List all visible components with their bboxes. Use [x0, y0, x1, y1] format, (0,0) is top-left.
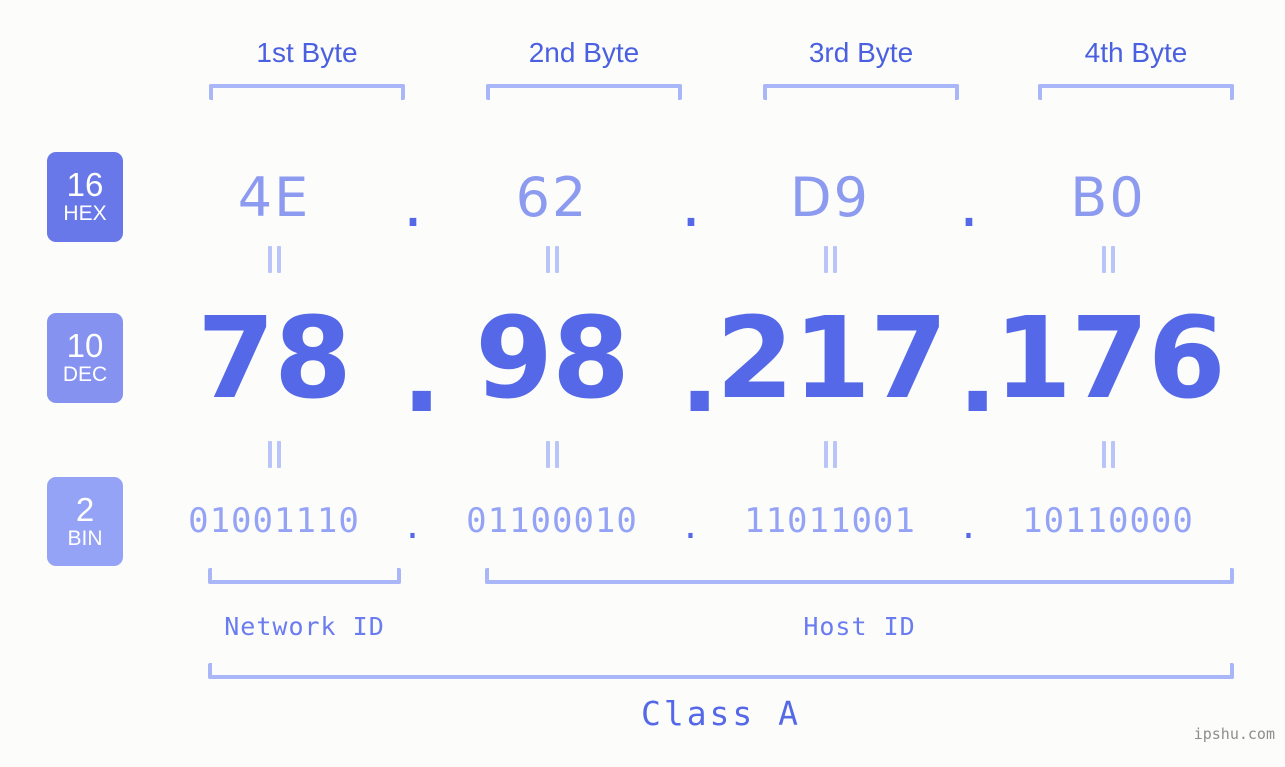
dec-separator-3: .: [944, 308, 1012, 438]
base-badge-dec-number: 10: [66, 327, 104, 364]
bin-separator-1: .: [402, 507, 424, 547]
byte-bracket-1: [209, 84, 405, 100]
byte-bracket-2: [486, 84, 682, 100]
dec-separator-1: .: [388, 308, 456, 438]
dec-octet-3: 217: [716, 294, 948, 424]
class-label: Class A: [640, 694, 802, 733]
hex-octet-3: D9: [790, 165, 870, 229]
bin-separator-2: .: [680, 507, 702, 547]
byte-header-label-1: 1st Byte: [256, 37, 358, 68]
host-id-bracket: [485, 568, 1234, 584]
byte-header-label-4: 4th Byte: [1084, 37, 1188, 68]
bin-octet-2: 01100010: [466, 501, 638, 541]
equals-icon: [823, 246, 838, 273]
byte-header-label-2: 2nd Byte: [528, 37, 640, 68]
equals-icon: [545, 441, 560, 468]
base-badge-bin-name: BIN: [67, 526, 103, 550]
hex-separator-1: .: [396, 175, 430, 239]
byte-header-label-3: 3rd Byte: [808, 37, 914, 68]
ip-address-breakdown-diagram: 1st Byte 2nd Byte 3rd Byte 4th Byte 16 H…: [0, 0, 1285, 767]
base-badge-bin: 2 BIN: [47, 477, 123, 566]
byte-bracket-3: [763, 84, 959, 100]
equals-icon: [545, 246, 560, 273]
equality-marks-hex-dec: [160, 246, 1270, 273]
equals-icon: [267, 441, 282, 468]
host-id-label: Host ID: [803, 612, 916, 641]
hex-octet-2: 62: [515, 165, 589, 229]
bin-separator-3: .: [958, 507, 980, 547]
network-id-bracket: [208, 568, 401, 584]
base-badge-hex: 16 HEX: [47, 152, 123, 242]
byte-bracket-4: [1038, 84, 1234, 100]
hex-octet-4: B0: [1070, 165, 1146, 229]
dec-octet-4: 176: [994, 294, 1226, 424]
site-watermark: ipshu.com: [1193, 725, 1275, 743]
equality-marks-dec-bin: [160, 441, 1270, 468]
dec-octet-2: 98: [475, 294, 630, 424]
dec-separator-2: .: [666, 308, 734, 438]
base-badge-hex-name: HEX: [63, 202, 107, 225]
equals-icon: [1101, 441, 1116, 468]
hex-separator-3: .: [952, 175, 986, 239]
hex-value-row: 4E . 62 . D9 . B0: [160, 155, 1270, 239]
base-badge-hex-number: 16: [66, 166, 104, 203]
class-bracket: [208, 663, 1234, 679]
equals-icon: [1101, 246, 1116, 273]
hex-separator-2: .: [674, 175, 708, 239]
binary-value-row: 01001110 . 01100010 . 11011001 . 1011000…: [160, 495, 1270, 547]
base-badge-bin-number: 2: [75, 490, 95, 528]
bin-octet-3: 11011001: [744, 501, 916, 541]
equals-icon: [823, 441, 838, 468]
decimal-value-row: 78 . 98 . 217 . 176: [160, 294, 1270, 438]
base-badge-dec: 10 DEC: [47, 313, 123, 403]
equals-icon: [267, 246, 282, 273]
base-badge-dec-name: DEC: [62, 363, 108, 386]
dec-octet-1: 78: [197, 294, 352, 424]
hex-octet-1: 4E: [237, 165, 311, 229]
bin-octet-1: 01001110: [188, 501, 360, 541]
bin-octet-4: 10110000: [1022, 501, 1194, 541]
network-id-label: Network ID: [224, 612, 385, 641]
